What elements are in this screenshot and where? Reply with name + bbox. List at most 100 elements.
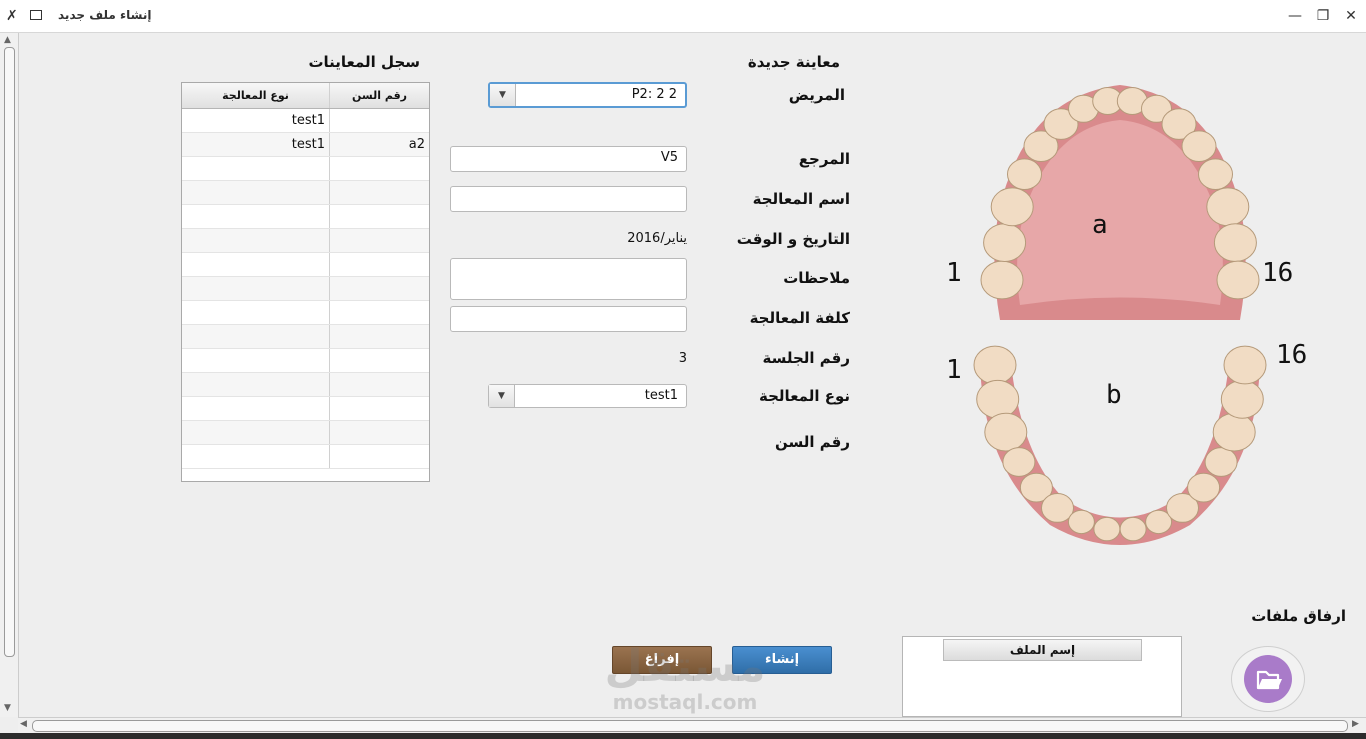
upper-tooth[interactable]: [1206, 187, 1250, 227]
table-row[interactable]: [182, 445, 429, 469]
upper-tooth[interactable]: [990, 187, 1034, 227]
app-logo-icon: ✗: [6, 8, 18, 24]
cell-treatment-type: test1: [182, 133, 330, 156]
notes-field[interactable]: [450, 258, 687, 300]
table-row[interactable]: [182, 277, 429, 301]
table-row[interactable]: [182, 205, 429, 229]
column-header-tooth-number[interactable]: رقم السن: [330, 83, 429, 108]
cell-tooth-number: [330, 421, 429, 444]
upper-tooth[interactable]: [1181, 130, 1217, 162]
column-header-file-name[interactable]: إسم الملف: [943, 639, 1142, 661]
patient-label: المريض: [788, 86, 845, 104]
vertical-scrollbar[interactable]: ▲ ▼: [0, 33, 19, 717]
datetime-label: التاريخ و الوقت: [736, 230, 850, 248]
upper-tooth[interactable]: [1213, 223, 1257, 263]
watermark-logo-text: مستقل: [604, 641, 766, 692]
table-header: نوع المعالجة رقم السن: [182, 83, 429, 109]
scroll-left-icon[interactable]: ◀: [20, 719, 27, 729]
window-title: إنشاء ملف جديد: [58, 8, 152, 22]
upper-tooth[interactable]: [1007, 158, 1042, 190]
treatment-type-combo[interactable]: ▼ test1: [488, 384, 687, 408]
reference-field[interactable]: V5: [450, 146, 687, 172]
lower-tooth[interactable]: [1204, 447, 1238, 477]
cell-tooth-number: [330, 397, 429, 420]
table-row[interactable]: test1 a2: [182, 133, 429, 157]
table-row[interactable]: [182, 157, 429, 181]
lower-tooth[interactable]: [1002, 447, 1036, 477]
cell-tooth-number: [330, 277, 429, 300]
treatment-name-label: اسم المعالجة: [752, 190, 850, 208]
lower-tooth[interactable]: [976, 379, 1020, 419]
attach-file-button[interactable]: [1231, 646, 1305, 712]
chevron-down-icon[interactable]: ▼: [489, 385, 515, 407]
table-row[interactable]: [182, 181, 429, 205]
cell-tooth-number: [330, 205, 429, 228]
cell-treatment-type: [182, 445, 330, 468]
lower-tooth[interactable]: [973, 345, 1017, 385]
table-row[interactable]: [182, 325, 429, 349]
teeth-chart[interactable]: [940, 75, 1300, 565]
cell-tooth-number: [330, 445, 429, 468]
table-row[interactable]: [182, 253, 429, 277]
lower-arch-label: b: [1106, 380, 1122, 410]
cell-treatment-type: [182, 325, 330, 348]
cell-tooth-number: [330, 349, 429, 372]
table-row[interactable]: [182, 373, 429, 397]
folder-icon: [1244, 655, 1292, 703]
cell-tooth-number: [330, 325, 429, 348]
cell-tooth-number: [330, 181, 429, 204]
table-row[interactable]: test1: [182, 109, 429, 133]
restore-button[interactable]: ❐: [1313, 6, 1333, 26]
vertical-scroll-thumb[interactable]: [4, 47, 15, 657]
cell-treatment-type: [182, 349, 330, 372]
treatment-name-field[interactable]: [450, 186, 687, 212]
watermark-url: mostaql.com: [612, 690, 758, 714]
scroll-down-icon[interactable]: ▼: [4, 703, 11, 713]
lower-teeth[interactable]: [973, 345, 1267, 542]
upper-right-number: 16: [1262, 258, 1294, 288]
cell-treatment-type: [182, 253, 330, 276]
cell-treatment-type: [182, 301, 330, 324]
lower-tooth[interactable]: [1212, 412, 1256, 452]
lower-tooth[interactable]: [984, 412, 1028, 452]
treatment-type-value: test1: [644, 388, 678, 403]
attachments-table: إسم الملف: [902, 636, 1182, 717]
table-row[interactable]: [182, 301, 429, 325]
scroll-right-icon[interactable]: ▶: [1352, 719, 1359, 729]
upper-tooth[interactable]: [983, 223, 1027, 263]
session-label: رقم الجلسة: [762, 349, 850, 367]
datetime-value: يناير/2016: [627, 231, 687, 246]
upper-tooth[interactable]: [1216, 260, 1260, 300]
watermark: مستقل mostaql.com: [600, 645, 770, 715]
window-menu-icon[interactable]: [30, 10, 42, 20]
table-row[interactable]: [182, 397, 429, 421]
cell-treatment-type: [182, 277, 330, 300]
lower-tooth[interactable]: [1119, 516, 1147, 542]
cell-treatment-type: [182, 421, 330, 444]
upper-tooth[interactable]: [980, 260, 1024, 300]
taskbar: [0, 733, 1366, 739]
lower-tooth[interactable]: [1093, 516, 1121, 542]
column-header-treatment-type[interactable]: نوع المعالجة: [182, 83, 330, 108]
patient-combo[interactable]: ▼ P2: 2 2: [488, 82, 687, 108]
cell-tooth-number: [330, 109, 429, 132]
table-row[interactable]: [182, 229, 429, 253]
lower-tooth[interactable]: [1187, 472, 1221, 503]
close-button[interactable]: ✕: [1341, 6, 1361, 26]
cell-tooth-number: a2: [408, 137, 425, 152]
scroll-up-icon[interactable]: ▲: [4, 35, 11, 45]
table-row[interactable]: [182, 349, 429, 373]
lower-tooth[interactable]: [1223, 345, 1267, 385]
cost-field[interactable]: [450, 306, 687, 332]
chevron-down-icon[interactable]: ▼: [490, 84, 516, 106]
lower-tooth[interactable]: [1220, 379, 1264, 419]
table-row[interactable]: [182, 421, 429, 445]
horizontal-scrollbar[interactable]: ◀ ▶: [18, 717, 1366, 734]
cell-treatment-type: [182, 157, 330, 180]
minimize-button[interactable]: —: [1285, 6, 1305, 26]
patient-value: P2: 2 2: [631, 87, 677, 102]
horizontal-scroll-thumb[interactable]: [32, 720, 1348, 732]
lower-tooth[interactable]: [1067, 509, 1095, 535]
cell-tooth-number: [330, 253, 429, 276]
upper-tooth[interactable]: [1198, 158, 1233, 190]
